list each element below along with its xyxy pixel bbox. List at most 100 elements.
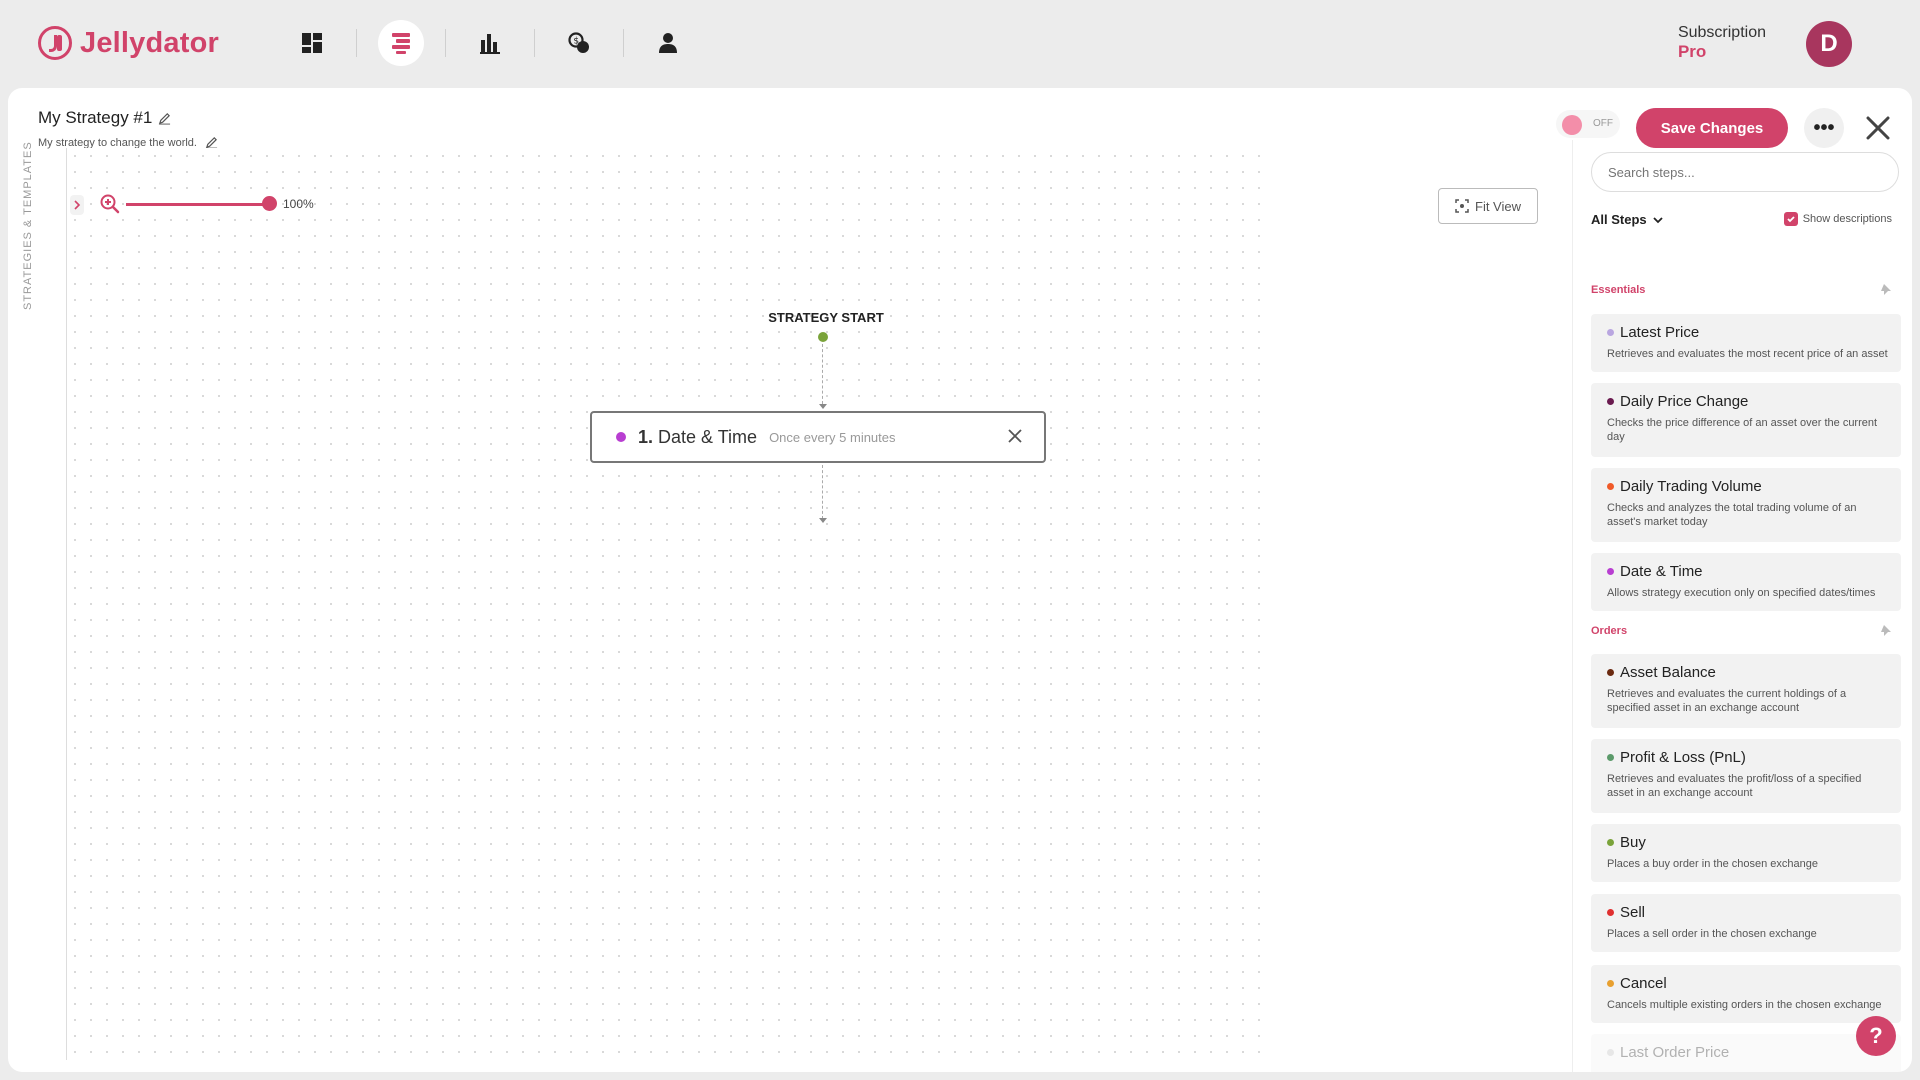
close-icon [1866,116,1890,140]
step-card[interactable]: Last Order Price [1591,1034,1901,1072]
side-tab-label: STRATEGIES & TEMPLATES [22,141,34,310]
search-steps-input[interactable] [1591,152,1899,192]
pin-icon[interactable] [1880,624,1892,636]
toggle-state-label: OFF [1593,118,1613,129]
step-title: Date & Time [1620,563,1703,580]
zoom-slider-thumb[interactable] [262,196,277,211]
user-avatar[interactable]: D [1806,21,1852,67]
step-description: Checks the price difference of an asset … [1607,417,1878,443]
node-subtitle: Once every 5 minutes [769,429,896,445]
strategy-node[interactable]: 1. Date & Time Once every 5 minutes [590,411,1046,463]
strategy-start-dot [818,332,828,342]
expand-sidebar-button[interactable] [70,195,84,215]
fit-view-label: Fit View [1475,198,1521,214]
step-color-dot [1607,329,1614,336]
step-title: Sell [1620,904,1646,921]
strategy-description-text: My strategy to change the world. [38,136,197,149]
main-nav: $ [268,20,712,66]
step-filter-dropdown[interactable]: All Steps [1591,212,1663,227]
connector-arrow-icon [819,404,827,409]
step-title: Latest Price [1620,324,1700,341]
user-icon [659,33,677,53]
step-color-dot [1607,483,1614,490]
nav-analytics[interactable] [467,20,513,66]
step-card[interactable]: Profit & Loss (PnL) Retrieves and evalua… [1591,739,1901,813]
step-title: Profit & Loss (PnL) [1620,749,1746,766]
step-card[interactable]: Latest Price Retrieves and evaluates the… [1591,314,1901,372]
help-button[interactable]: ? [1856,1016,1896,1056]
jellydator-logo-icon [38,26,72,60]
show-descriptions-label: Show descriptions [1802,213,1892,225]
nav-exchanges[interactable]: $ [556,20,602,66]
subscription-label: Subscription [1677,24,1766,41]
zoom-slider-track[interactable] [126,203,268,206]
step-color-dot [1607,909,1614,916]
bar-chart-icon [480,34,500,54]
steps-panel: All Steps Show descriptions Essentials L… [1572,140,1912,1072]
subscription-info[interactable]: Subscription Pro [1678,24,1766,62]
remove-node-icon[interactable] [1006,427,1024,445]
chevron-right-icon [74,200,81,210]
node-title: Date & Time [658,426,758,447]
node-connector [822,465,823,519]
svg-text:$: $ [573,37,579,47]
step-color-dot [1607,398,1614,405]
connector-arrow-icon [819,518,827,523]
strategy-enabled-toggle[interactable]: OFF [1556,110,1620,138]
step-color-dot [1607,568,1614,575]
fit-view-icon [1455,199,1469,213]
app-name: Jellydator [80,26,219,59]
subscription-plan: Pro [1677,42,1707,61]
step-color-dot [1607,1049,1614,1056]
show-descriptions-toggle[interactable]: Show descriptions [1783,212,1892,226]
step-title: Daily Price Change [1620,393,1749,410]
step-card[interactable]: Daily Price Change Checks the price diff… [1591,383,1901,457]
fit-view-button[interactable]: Fit View [1438,188,1538,224]
zoom-in-icon[interactable] [100,194,120,214]
edit-name-icon[interactable] [158,112,171,125]
step-color-dot [1607,669,1614,676]
nav-divider [534,29,535,57]
node-number: 1. [638,426,654,447]
coins-icon: $ [568,32,589,53]
step-description: Cancels multiple existing orders in the … [1607,999,1882,1011]
step-description: Retrieves and evaluates the most recent … [1607,348,1888,360]
checkbox-checked-icon[interactable] [1783,212,1798,226]
step-card[interactable]: Sell Places a sell order in the chosen e… [1591,894,1901,952]
step-title: Buy [1620,834,1646,851]
nav-account[interactable] [645,20,691,66]
step-card[interactable]: Asset Balance Retrieves and evaluates th… [1591,654,1901,728]
step-title: Last Order Price [1620,1044,1730,1061]
step-card[interactable]: Date & Time Allows strategy execution on… [1591,553,1901,611]
strategy-name-text: My Strategy #1 [38,108,153,127]
step-description: Retrieves and evaluates the current hold… [1607,688,1847,714]
step-card[interactable]: Daily Trading Volume Checks and analyzes… [1591,468,1901,542]
toggle-knob [1562,115,1582,135]
nav-divider [445,29,446,57]
step-color-dot [1607,754,1614,761]
step-card[interactable]: Buy Places a buy order in the chosen exc… [1591,824,1901,882]
step-title: Cancel [1620,975,1667,992]
step-title: Asset Balance [1620,664,1716,681]
nav-divider [623,29,624,57]
step-description: Retrieves and evaluates the profit/loss … [1607,773,1862,799]
step-card[interactable]: Cancel Cancels multiple existing orders … [1591,965,1901,1023]
help-icon: ? [1869,1023,1883,1048]
nav-strategies[interactable] [378,20,424,66]
strategies-templates-tab[interactable]: STRATEGIES & TEMPLATES [22,141,46,310]
strategy-canvas[interactable] [66,148,1272,1060]
start-connector [822,344,823,404]
top-bar: Jellydator $ Subscription Pro D [0,0,1920,88]
step-color-dot [1607,980,1614,987]
strategy-title: My Strategy #1 [38,108,171,128]
step-description: Checks and analyzes the total trading vo… [1607,502,1857,528]
dashboard-icon [302,33,322,53]
pin-icon[interactable] [1880,283,1892,295]
nav-dashboard[interactable] [289,20,335,66]
app-logo[interactable]: Jellydator [38,26,219,60]
step-title: Daily Trading Volume [1620,478,1762,495]
step-color-dot [1607,839,1614,846]
section-label-orders: Orders [1591,625,1628,637]
step-description: Places a buy order in the chosen exchang… [1607,858,1818,870]
chevron-down-icon [1652,216,1663,223]
